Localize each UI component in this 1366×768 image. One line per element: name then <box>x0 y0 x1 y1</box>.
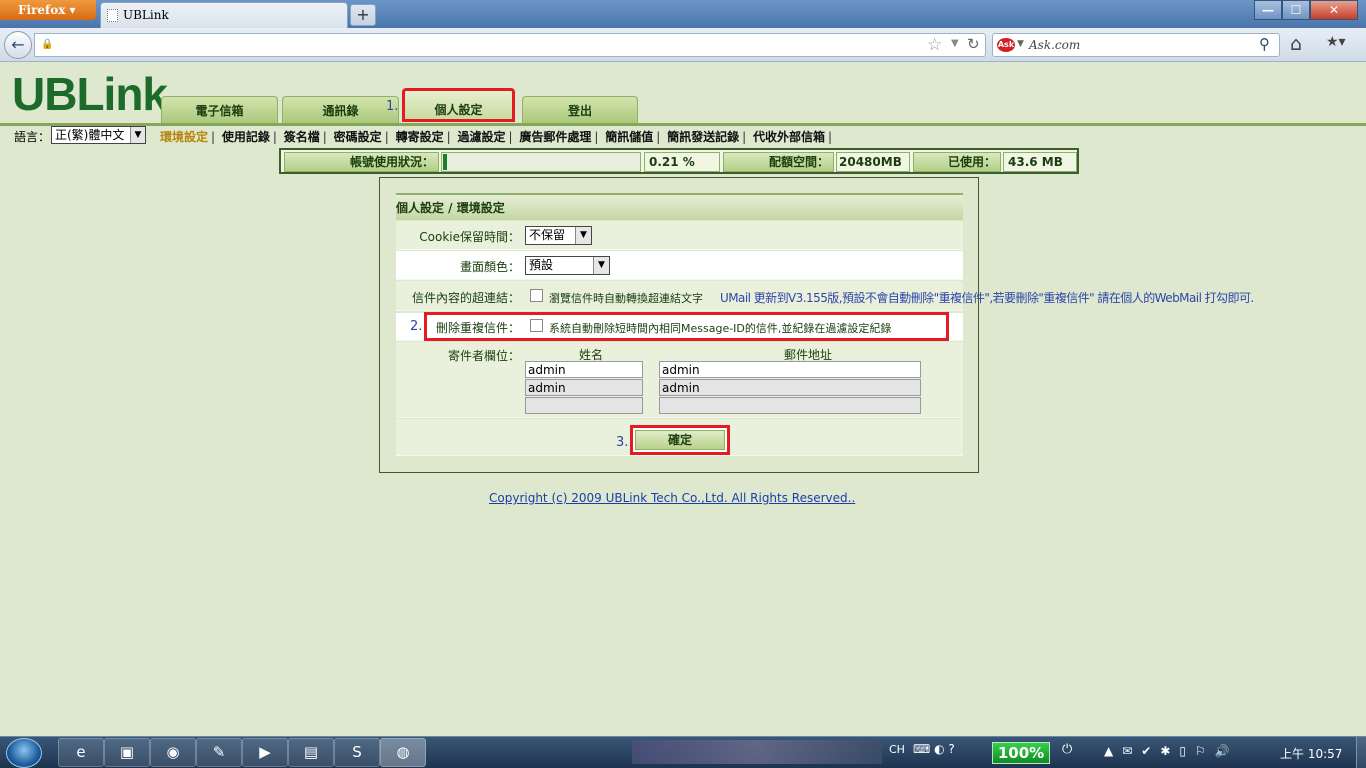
url-bar[interactable]: 🔒 ☆ ▼ ↻ <box>34 33 986 57</box>
sender-row: 寄件者欄位： 姓名 郵件地址 admin admin admin admin <box>396 342 963 418</box>
hyperlink-checkbox[interactable] <box>530 289 543 302</box>
home-icon[interactable]: ⌂ <box>1290 33 1302 55</box>
subnav-external-mailbox[interactable]: 代收外部信箱 <box>753 130 825 144</box>
language-label: 語言： <box>14 130 51 144</box>
lock-icon: 🔒 <box>41 39 54 50</box>
hyperlink-option: 瀏覽信件時自動轉換超連結文字 <box>549 292 703 305</box>
back-icon[interactable]: ← <box>4 31 32 59</box>
quota-label: 配額空間： <box>723 152 834 172</box>
duplicate-highlight-box <box>424 312 949 341</box>
start-button[interactable] <box>6 738 42 768</box>
color-row: 畫面顏色： 預設 ▼ <box>396 251 963 280</box>
new-tab-button[interactable]: + <box>350 4 376 26</box>
system-tray-icons[interactable]: ▲✉✔✱▯⚐🔊 <box>1104 744 1239 758</box>
color-select[interactable]: 預設 ▼ <box>525 256 610 275</box>
sender-email-1[interactable]: admin <box>659 361 921 378</box>
skype-icon[interactable]: S <box>334 738 380 767</box>
sender-label: 寄件者欄位： <box>447 349 520 363</box>
navigation-toolbar: ← 🔒 ☆ ▼ ↻ Ask ▼ Ask.com ⚲ ⌂ ★▾ <box>0 28 1366 62</box>
language-select[interactable]: 正(繁)體中文 ▼ <box>51 126 146 144</box>
firefox-taskbar-icon[interactable]: ◍ <box>380 738 426 767</box>
copyright-link[interactable]: Copyright (c) 2009 UBLink Tech Co.,Ltd. … <box>489 491 855 505</box>
hyperlink-row: 信件內容的超連結： 瀏覽信件時自動轉換超連結文字 UMail 更新到V3.155… <box>396 281 1254 311</box>
search-icon[interactable]: ⚲ <box>1259 35 1270 53</box>
sender-name-3[interactable] <box>525 397 643 414</box>
show-desktop-button[interactable] <box>1356 737 1366 768</box>
subnav-usage-log[interactable]: 使用記錄 <box>222 130 270 144</box>
panel-title: 個人設定 / 環境設定 <box>396 193 963 220</box>
cookie-row: Cookie保留時間： 不保留 ▼ <box>396 221 963 250</box>
settings-subnav: 環境設定 | 使用記錄 | 簽名檔 | 密碼設定 | 轉寄設定 | 過濾設定 | 廣告郵件處… <box>160 130 833 144</box>
bookmarks-menu-icon[interactable]: ★▾ <box>1326 34 1346 50</box>
usage-progress-bar <box>441 152 641 172</box>
chevron-down-icon: ▼ <box>593 257 609 274</box>
blurred-tray-area <box>632 740 882 764</box>
tab-logout[interactable]: 登出 <box>522 96 638 124</box>
bookmark-star-icon[interactable]: ☆ <box>927 35 942 55</box>
minimize-button[interactable]: — <box>1254 0 1282 20</box>
chrome-icon[interactable]: ◉ <box>150 738 196 767</box>
color-label: 畫面顏色： <box>459 260 520 274</box>
sender-name-2[interactable]: admin <box>525 379 643 396</box>
subnav-signature[interactable]: 簽名檔 <box>284 130 320 144</box>
step-1-marker: 1. <box>386 99 399 114</box>
quota-value: 20480MB <box>836 152 910 172</box>
notepad-icon[interactable]: ✎ <box>196 738 242 767</box>
close-button[interactable]: ✕ <box>1310 0 1358 20</box>
search-placeholder: Ask.com <box>1029 38 1081 52</box>
maximize-button[interactable]: ☐ <box>1282 0 1310 20</box>
tab-contacts[interactable]: 通訊錄 <box>282 96 399 124</box>
subnav-filter[interactable]: 過濾設定 <box>457 130 505 144</box>
tab-title: UBLink <box>123 8 169 22</box>
explorer-window-icon[interactable]: ▣ <box>104 738 150 767</box>
color-value: 預設 <box>529 258 554 272</box>
history-dropdown-icon[interactable]: ▼ <box>951 38 959 49</box>
step-2-marker: 2. <box>410 319 423 334</box>
firefox-menu-button[interactable]: Firefox ▾ <box>0 0 96 20</box>
folder-icon[interactable]: ▤ <box>288 738 334 767</box>
media-player-icon[interactable]: ▶ <box>242 738 288 767</box>
subnav-spam[interactable]: 廣告郵件處理 <box>519 130 591 144</box>
search-bar[interactable]: Ask ▼ Ask.com ⚲ <box>992 33 1280 57</box>
subnav-environment[interactable]: 環境設定 <box>160 130 208 144</box>
ime-icons[interactable]: ⌨ ◐ ? <box>913 742 955 756</box>
subnav-sms-topup[interactable]: 簡訊儲值 <box>605 130 653 144</box>
clock[interactable]: 上午 10:57 <box>1280 745 1342 762</box>
language-value: 正(繁)體中文 <box>55 128 125 142</box>
ublink-logo: UBLink <box>12 68 168 120</box>
input-language[interactable]: CH <box>889 743 905 756</box>
browser-tab[interactable]: UBLink <box>100 2 348 28</box>
sender-email-2[interactable]: admin <box>659 379 921 396</box>
tab-mail[interactable]: 電子信箱 <box>161 96 278 124</box>
page-icon <box>107 9 118 22</box>
hyperlink-note: UMail 更新到V3.155版,預設不會自動刪除"重複信件",若要刪除"重複信… <box>720 291 1254 305</box>
cookie-label: Cookie保留時間： <box>419 230 520 244</box>
chevron-down-icon: ▼ <box>130 127 145 143</box>
hyperlink-label: 信件內容的超連結： <box>411 291 520 305</box>
cookie-retention-value: 不保留 <box>529 228 566 242</box>
usage-progress-fill <box>443 154 447 170</box>
reload-icon[interactable]: ↻ <box>967 35 980 53</box>
ask-logo-icon: Ask <box>997 38 1015 52</box>
ie-icon[interactable]: e <box>58 738 104 767</box>
confirm-button[interactable]: 確定 <box>630 425 730 455</box>
search-engine-dropdown-icon[interactable]: ▼ <box>1017 39 1024 49</box>
subnav-password[interactable]: 密碼設定 <box>334 130 382 144</box>
tab-personal-settings[interactable]: 個人設定 <box>402 88 515 122</box>
chevron-down-icon: ▼ <box>575 227 591 244</box>
usage-percent: 0.21 % <box>644 152 720 172</box>
subnav-sms-log[interactable]: 簡訊發送記錄 <box>667 130 739 144</box>
used-label: 已使用： <box>913 152 1001 172</box>
step-3-marker: 3. <box>616 435 629 450</box>
battery-indicator[interactable]: 100% <box>992 742 1050 764</box>
usage-label: 帳號使用狀況： <box>284 152 439 172</box>
cookie-retention-select[interactable]: 不保留 ▼ <box>525 226 592 245</box>
power-plug-icon[interactable]: ⏻ <box>1062 742 1072 757</box>
subnav-forwarding[interactable]: 轉寄設定 <box>396 130 444 144</box>
sender-email-3[interactable] <box>659 397 921 414</box>
used-value: 43.6 MB <box>1003 152 1077 172</box>
confirm-button-label: 確定 <box>635 430 725 450</box>
account-usage-bar: 帳號使用狀況： 0.21 % 配額空間： 20480MB 已使用： 43.6 M… <box>279 148 1079 174</box>
sender-name-1[interactable]: admin <box>525 361 643 378</box>
